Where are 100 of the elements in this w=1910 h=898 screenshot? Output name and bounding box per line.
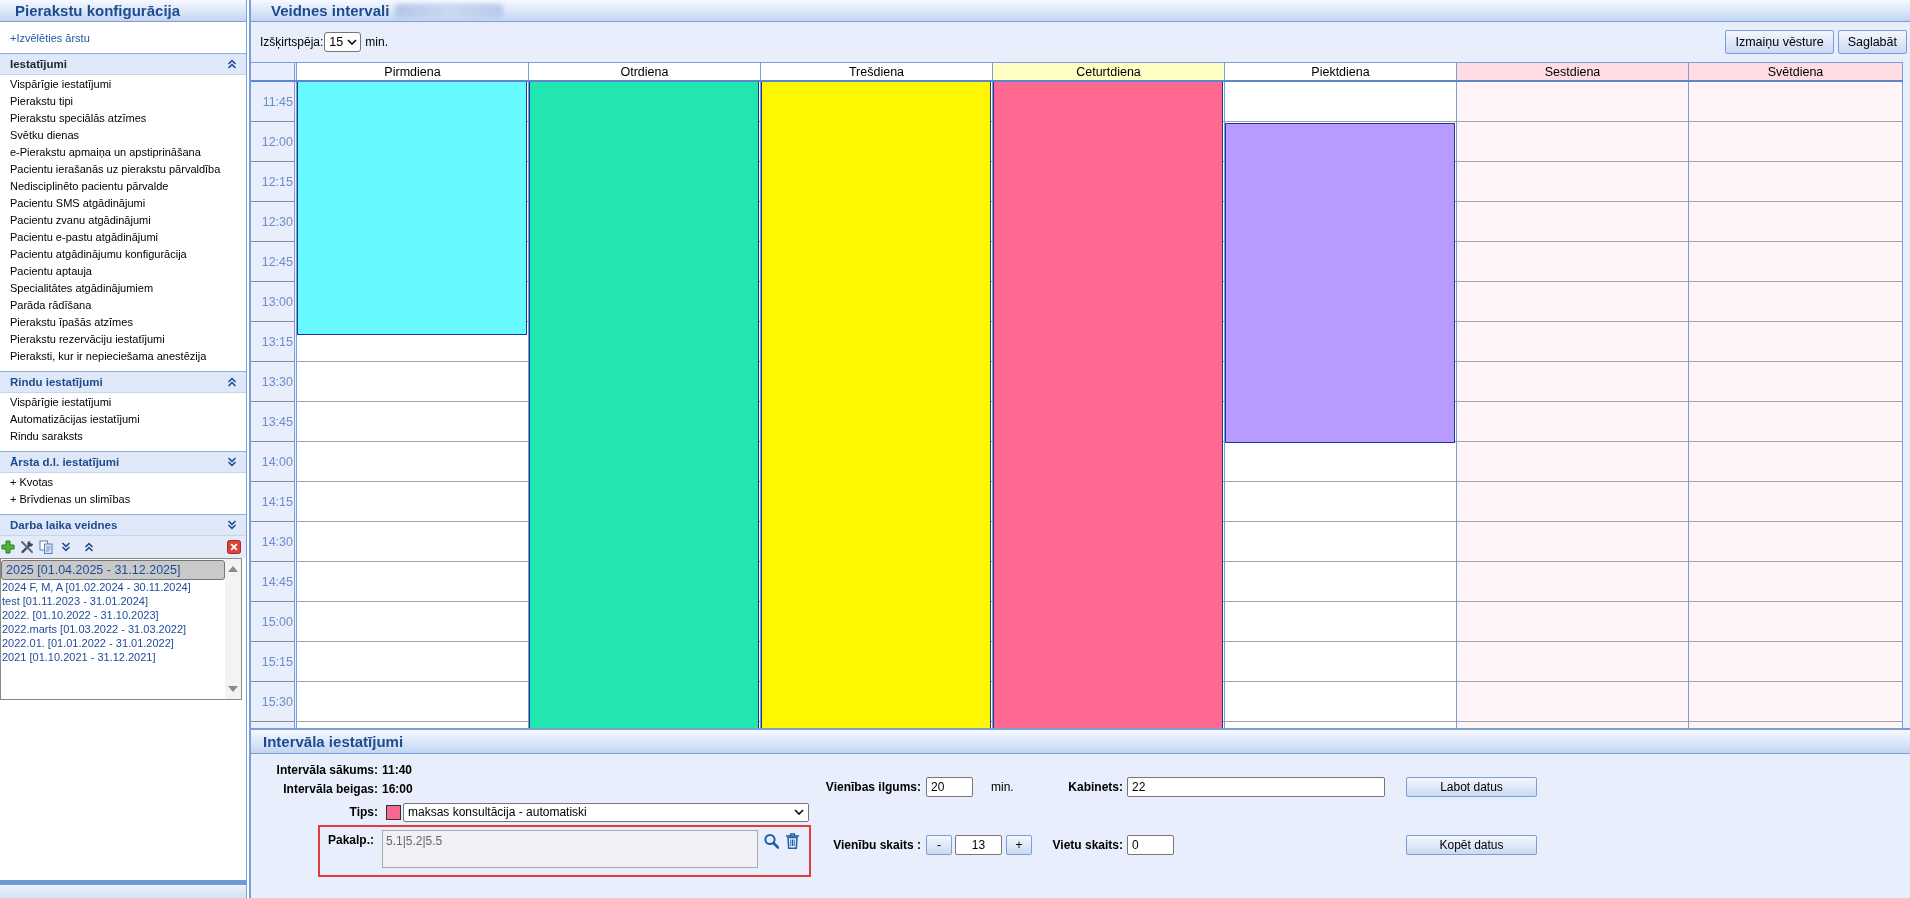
menu-item[interactable]: Specialitātes atgādinājumiem [10, 280, 154, 297]
menu-item[interactable]: Pieraksti, kur ir nepieciešama anestēzija [10, 348, 207, 365]
double-chevron-up-icon[interactable] [84, 542, 94, 552]
close-icon[interactable] [227, 540, 241, 554]
template-item[interactable]: 2022.01. [01.01.2022 - 31.01.2022] [1, 636, 225, 650]
unit-label: min. [365, 35, 389, 49]
action-button[interactable]: Kopēt datus [1406, 835, 1537, 855]
scrollbar[interactable] [225, 559, 241, 699]
time-label: 15:00 [261, 614, 293, 629]
arrow-down-icon[interactable] [228, 686, 238, 692]
section-header[interactable]: Darba laika veidnes [0, 514, 246, 536]
menu-item[interactable]: Pierakstu rezervāciju iestatījumi [10, 331, 165, 348]
day-header: Trešdiena [761, 63, 993, 80]
resolution-label: Izšķirtspēja: [260, 35, 324, 49]
field-label: Tips: [349, 805, 378, 819]
day-header: Sestdiena [1457, 63, 1689, 80]
toolbar-button[interactable]: Saglabāt [1837, 30, 1907, 54]
menu-item[interactable]: Pacientu e-pastu atgādinājumi [10, 229, 158, 246]
unit-count-input[interactable]: 13 [955, 835, 1002, 855]
services-field[interactable]: 5.1|5.2|5.5 [382, 830, 758, 868]
template-item[interactable]: 2022. [01.10.2022 - 31.10.2023] [1, 608, 225, 622]
field-label: Intervāla beigas: [283, 781, 378, 796]
sidebar-title: Pierakstu konfigurācija [15, 2, 181, 19]
tools-icon[interactable] [20, 540, 34, 554]
resolution-select[interactable]: 15 [324, 32, 362, 52]
time-label: 14:45 [261, 574, 293, 589]
time-label: 12:30 [261, 214, 293, 229]
time-label: 13:45 [261, 414, 293, 429]
choose-doctor-link[interactable]: +Izvēlēties ārstu [10, 31, 90, 44]
day-header: Otrdiena [529, 63, 761, 80]
section-header[interactable]: Ārsta d.l. iestatījumi [0, 451, 246, 473]
menu-item[interactable]: + Brīvdienas un slimības [10, 491, 131, 508]
menu-item[interactable]: Pierakstu tipi [10, 93, 73, 110]
menu-item[interactable]: Svētku dienas [10, 127, 80, 144]
time-label: 14:15 [261, 494, 293, 509]
plus-icon[interactable] [1, 540, 15, 554]
menu-item[interactable]: Pacientu aptauja [10, 263, 92, 280]
double-chevron-up-icon[interactable] [227, 377, 237, 387]
copy-icon[interactable] [39, 540, 53, 554]
time-label: 15:15 [261, 654, 293, 669]
menu-item[interactable]: Rindu saraksts [10, 428, 83, 445]
template-item[interactable]: 2021 [01.10.2021 - 31.12.2021] [1, 650, 225, 664]
search-icon[interactable] [764, 833, 779, 849]
field-label: Vietu skaits: [1052, 838, 1123, 852]
menu-item[interactable]: Vispārīgie iestatījumi [10, 76, 112, 93]
menu-item[interactable]: Automatizācijas iestatījumi [10, 411, 140, 428]
seat-count-input[interactable]: 0 [1127, 835, 1174, 855]
template-item[interactable]: 2025 [01.04.2025 - 31.12.2025] [1, 560, 225, 580]
day-header: Pirmdiena [297, 63, 529, 80]
menu-item[interactable]: Pacientu atgādinājumu konfigurācija [10, 246, 187, 263]
menu-item[interactable]: Pacientu ierašanās uz pierakstu pārvaldība [10, 161, 221, 178]
day-header: Piektdiena [1225, 63, 1457, 80]
time-label: 12:45 [261, 254, 293, 269]
menu-item[interactable]: Pacientu SMS atgādinājumi [10, 195, 146, 212]
field-value: 16:00 [382, 781, 413, 796]
section-header[interactable]: Iestatījumi [0, 53, 246, 75]
panel-title: Intervāla iestatījumi [263, 733, 404, 750]
double-chevron-up-icon[interactable] [227, 59, 237, 69]
unit-label: min. [991, 780, 1014, 794]
day-header: Ceturtdiena [993, 63, 1225, 80]
increment-button[interactable]: + [1006, 835, 1032, 855]
template-item[interactable]: test [01.11.2023 - 31.01.2024] [1, 594, 225, 608]
menu-item[interactable]: Pacientu zvanu atgādinājumi [10, 212, 151, 229]
field-label: Vienību skaits : [833, 838, 921, 852]
menu-item[interactable]: Nedisciplinēto pacientu pārvalde [10, 178, 169, 195]
menu-item[interactable]: Parāda rādīšana [10, 297, 92, 314]
field-label: Pakalp.: [328, 833, 376, 847]
double-chevron-down-icon[interactable] [227, 457, 237, 467]
field-label: Intervāla sākums: [276, 762, 378, 777]
chevron-down-icon [347, 39, 358, 45]
menu-item[interactable]: + Kvotas [10, 474, 54, 491]
templates-listbox[interactable] [0, 558, 242, 700]
menu-item[interactable]: e-Pierakstu apmaiņa un apstiprināšana [10, 144, 201, 161]
time-label: 13:30 [261, 374, 293, 389]
template-item[interactable]: 2022.marts [01.03.2022 - 31.03.2022] [1, 622, 225, 636]
decrement-button[interactable]: - [926, 835, 952, 855]
menu-item[interactable]: Pierakstu īpašās atzīmes [10, 314, 133, 331]
room-input[interactable]: 22 [1127, 777, 1385, 797]
double-chevron-down-icon[interactable] [227, 520, 237, 530]
chevron-down-icon [794, 809, 804, 815]
action-button[interactable]: Labot datus [1406, 777, 1537, 797]
template-item[interactable]: 2024 F, M, A [01.02.2024 - 30.11.2024] [1, 580, 225, 594]
day-header: Svētdiena [1689, 63, 1903, 80]
section-header[interactable]: Rindu iestatījumi [0, 371, 246, 393]
menu-item[interactable]: Vispārīgie iestatījumi [10, 394, 112, 411]
double-chevron-down-icon[interactable] [61, 542, 71, 552]
unit-length-input[interactable]: 20 [926, 777, 973, 797]
type-select[interactable]: maksas konsultācija - automatiski [403, 802, 809, 822]
field-value: 11:40 [382, 762, 413, 777]
time-label: 14:00 [261, 454, 293, 469]
page-title: Veidnes intervali [271, 2, 390, 19]
menu-item[interactable]: Pierakstu speciālās atzīmes [10, 110, 147, 127]
time-label: 13:00 [261, 294, 293, 309]
trash-icon[interactable] [785, 833, 800, 849]
arrow-up-icon[interactable] [228, 566, 238, 572]
toolbar-button[interactable]: Izmaiņu vēsture [1725, 30, 1834, 54]
time-label: 15:30 [261, 694, 293, 709]
time-label: 11:45 [262, 94, 293, 109]
field-label: Kabinets: [1068, 780, 1123, 794]
field-label: Vienības ilgums: [825, 780, 921, 794]
